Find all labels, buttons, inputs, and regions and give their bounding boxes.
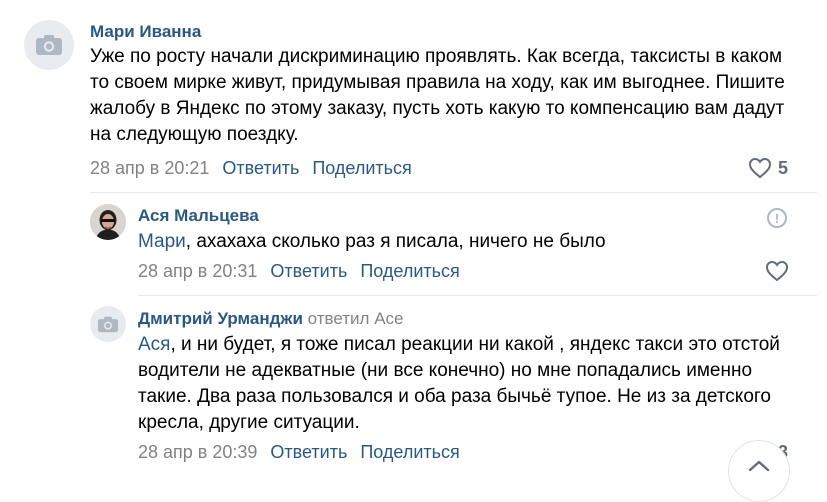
report-icon[interactable]: !: [767, 208, 787, 228]
comment-date[interactable]: 28 апр в 20:39: [138, 442, 257, 463]
reply-button[interactable]: Ответить: [270, 261, 347, 282]
heart-icon: [748, 157, 772, 179]
share-button[interactable]: Поделиться: [312, 158, 411, 179]
user-photo: [90, 204, 126, 240]
replied-to-label[interactable]: ответил Асе: [308, 309, 404, 328]
mention-link[interactable]: Ася: [138, 334, 170, 355]
share-button[interactable]: Поделиться: [360, 261, 459, 282]
like-button[interactable]: [765, 260, 789, 282]
reply-button[interactable]: Ответить: [270, 442, 347, 463]
chevron-up-icon: [748, 460, 770, 471]
comment-text: Мари, ахахаха сколько раз я писала, ниче…: [138, 229, 788, 255]
comment-author: Дмитрий Урманджи ответил Асе: [138, 309, 404, 329]
avatar[interactable]: [90, 204, 126, 240]
heart-icon: [765, 260, 789, 282]
divider: [90, 192, 817, 193]
comment-author[interactable]: Мари Иванна: [90, 22, 201, 42]
scroll-to-top-button[interactable]: [728, 440, 790, 502]
comment-author[interactable]: Ася Мальцева: [138, 206, 259, 226]
mention-link[interactable]: Мари: [138, 231, 186, 252]
comment-text: Ася, и ни будет, я тоже писал реакции ни…: [138, 332, 793, 436]
author-name[interactable]: Дмитрий Урманджи: [138, 309, 303, 328]
comment-meta: 28 апр в 20:31 Ответить Поделиться: [138, 261, 460, 282]
comment-meta: 28 апр в 20:39 Ответить Поделиться: [138, 442, 460, 463]
like-count: 5: [778, 157, 789, 178]
comment-meta: 28 апр в 20:21 Ответить Поделиться: [90, 158, 412, 179]
comment-date[interactable]: 28 апр в 20:21: [90, 158, 209, 179]
comment-text: Уже по росту начали дискриминацию проявл…: [90, 46, 785, 145]
camera-icon: [97, 316, 119, 332]
share-button[interactable]: Поделиться: [360, 442, 459, 463]
comment-body: , и ни будет, я тоже писал реакции ни ка…: [138, 334, 780, 433]
comment-date[interactable]: 28 апр в 20:31: [138, 261, 257, 282]
camera-icon: [36, 35, 62, 55]
avatar[interactable]: [24, 20, 74, 70]
like-button[interactable]: 5: [748, 157, 788, 179]
avatar[interactable]: [90, 306, 126, 342]
divider: [138, 295, 817, 296]
reply-button[interactable]: Ответить: [222, 158, 299, 179]
comment-body: , ахахаха сколько раз я писала, ничего н…: [185, 231, 606, 252]
